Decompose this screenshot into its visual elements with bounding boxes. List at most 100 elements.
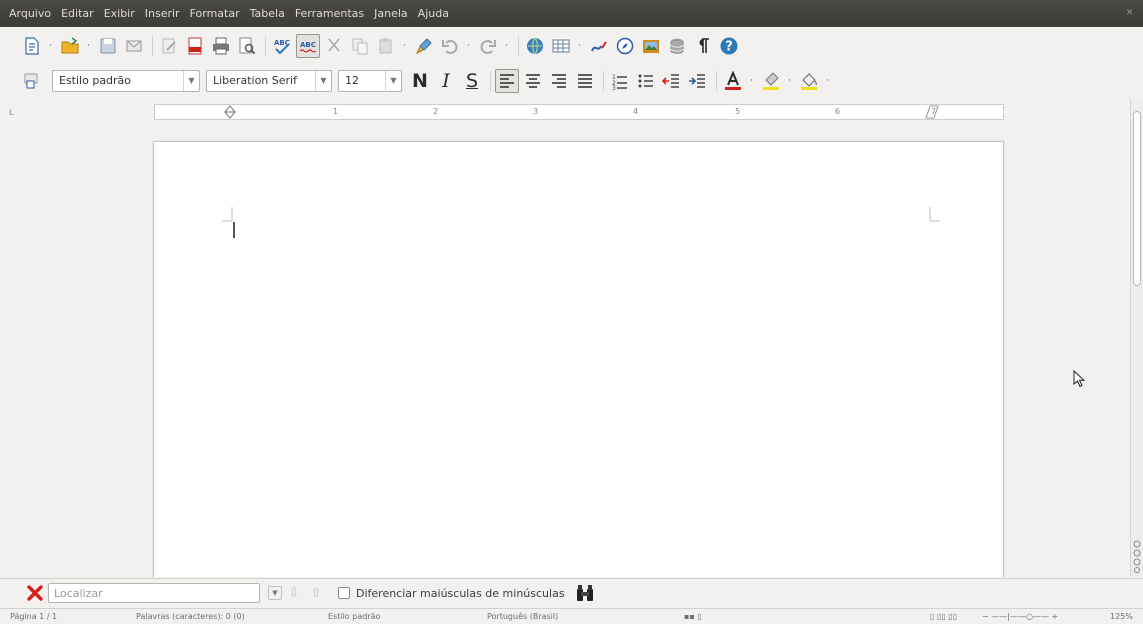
align-left-button[interactable] <box>495 68 519 93</box>
print-icon[interactable] <box>209 34 233 58</box>
gallery-icon[interactable] <box>639 34 663 58</box>
toolbar-separator <box>518 35 519 56</box>
ruler-tick-label: 6 <box>835 107 841 116</box>
print-preview-icon[interactable] <box>235 34 259 58</box>
email-icon[interactable] <box>122 34 146 58</box>
menu-inserir[interactable]: Inserir <box>140 0 185 27</box>
menu-ferramentas[interactable]: Ferramentas <box>290 0 369 27</box>
chevron-down-icon[interactable]: ▼ <box>315 70 331 91</box>
copy-icon[interactable] <box>348 34 372 58</box>
menu-ajuda[interactable]: Ajuda <box>413 0 454 27</box>
clone-formatting-icon[interactable] <box>412 34 436 58</box>
find-combo[interactable] <box>48 583 260 603</box>
status-page[interactable]: Página 1 / 1 <box>10 612 57 621</box>
font-color-dropdown-icon[interactable]: · <box>747 69 756 93</box>
find-toolbar: ▼ ⇩ ⇧ Diferenciar maiúsculas de minúscul… <box>0 578 1143 607</box>
table-dropdown-icon[interactable]: · <box>575 34 584 58</box>
menu-exibir[interactable]: Exibir <box>99 0 140 27</box>
redo-icon[interactable] <box>476 34 500 58</box>
font-color-icon[interactable] <box>721 69 745 93</box>
horizontal-ruler[interactable]: 1 2 3 4 5 6 7 <box>154 104 1004 120</box>
writer-window: Arquivo Editar Exibir Inserir Formatar T… <box>0 0 1143 624</box>
new-document-icon[interactable] <box>20 34 44 58</box>
document-area <box>0 127 1130 577</box>
chevron-down-icon[interactable]: ▼ <box>183 70 199 91</box>
draw-functions-icon[interactable] <box>587 34 611 58</box>
insert-mode-icon: ▪▪ ▯ <box>684 612 702 621</box>
toolbar-separator <box>490 70 491 91</box>
export-pdf-icon[interactable] <box>183 34 207 58</box>
formatting-toolbar: Estilo padrão ▼ Liberation Serif ▼ 12 ▼ … <box>0 64 1143 97</box>
open-dropdown-icon[interactable]: · <box>84 34 93 58</box>
status-bar: Página 1 / 1 Palavras (caracteres): 0 (0… <box>0 608 1143 624</box>
page-nav-icon[interactable] <box>1132 539 1142 573</box>
scrollbar-thumb[interactable] <box>1133 111 1141 286</box>
navigator-icon[interactable] <box>613 34 637 58</box>
background-color-icon[interactable] <box>797 69 821 93</box>
menu-janela[interactable]: Janela <box>369 0 413 27</box>
find-next-icon[interactable]: ⇩ <box>284 583 304 603</box>
align-right-button[interactable] <box>547 69 571 93</box>
background-color-dropdown-icon[interactable]: · <box>823 69 832 93</box>
align-center-button[interactable] <box>521 69 545 93</box>
edit-mode-icon[interactable] <box>157 34 181 58</box>
highlighting-icon[interactable] <box>759 69 783 93</box>
increase-indent-icon[interactable] <box>686 69 710 93</box>
redo-dropdown-icon[interactable]: · <box>502 34 511 58</box>
hyperlink-icon[interactable] <box>523 34 547 58</box>
paragraph-style-combo[interactable]: Estilo padrão ▼ <box>52 69 200 92</box>
match-case-checkbox[interactable] <box>338 587 350 599</box>
font-name-combo[interactable]: Liberation Serif ▼ <box>206 69 332 92</box>
close-document-icon[interactable]: ✕ <box>1124 8 1135 19</box>
italic-button[interactable]: I <box>434 69 458 93</box>
paragraph-style-value: Estilo padrão <box>59 74 132 87</box>
menu-editar[interactable]: Editar <box>56 0 99 27</box>
numbering-icon[interactable]: 123 <box>608 69 632 93</box>
cut-icon[interactable] <box>322 34 346 58</box>
undo-icon[interactable] <box>438 34 462 58</box>
spellcheck-icon[interactable]: ABC <box>270 34 294 58</box>
help-icon[interactable]: ? <box>717 34 741 58</box>
status-language[interactable]: Português (Brasil) <box>487 612 558 621</box>
styles-formatting-icon[interactable] <box>20 69 44 93</box>
status-page-style[interactable]: Estilo padrão <box>328 612 380 621</box>
toolbar-separator <box>603 70 604 91</box>
paste-dropdown-icon[interactable]: · <box>400 34 409 58</box>
find-input[interactable] <box>49 584 229 602</box>
menu-bar: Arquivo Editar Exibir Inserir Formatar T… <box>0 0 1143 27</box>
status-word-count[interactable]: Palavras (caracteres): 0 (0) <box>136 612 245 621</box>
open-folder-icon[interactable] <box>58 34 82 58</box>
highlighting-dropdown-icon[interactable]: · <box>785 69 794 93</box>
menu-arquivo[interactable]: Arquivo <box>4 0 56 27</box>
decrease-indent-icon[interactable] <box>660 69 684 93</box>
vertical-scrollbar[interactable] <box>1130 99 1143 577</box>
close-findbar-icon[interactable] <box>26 584 44 602</box>
find-replace-icon[interactable] <box>575 583 595 603</box>
bold-button[interactable]: N <box>408 69 432 93</box>
svg-text:3: 3 <box>612 85 616 91</box>
save-icon[interactable] <box>96 34 120 58</box>
menu-formatar[interactable]: Formatar <box>185 0 245 27</box>
undo-dropdown-icon[interactable]: · <box>464 34 473 58</box>
ruler-tick-label: 2 <box>433 107 439 116</box>
ruler-tick-label: 1 <box>333 107 339 116</box>
justify-button[interactable] <box>573 69 597 93</box>
menu-tabela[interactable]: Tabela <box>245 0 290 27</box>
paste-icon[interactable] <box>374 34 398 58</box>
data-sources-icon[interactable] <box>665 34 689 58</box>
new-dropdown-icon[interactable]: · <box>46 34 55 58</box>
status-zoom[interactable]: 125% <box>1110 612 1133 621</box>
chevron-down-icon[interactable]: ▼ <box>385 70 401 91</box>
chevron-down-icon[interactable]: ▼ <box>268 586 282 600</box>
table-icon[interactable] <box>549 34 573 58</box>
font-size-combo[interactable]: 12 ▼ <box>338 69 402 92</box>
auto-spellcheck-icon[interactable]: ABC <box>296 33 320 58</box>
view-layout-icon[interactable]: ▯ ▯▯ ▯▯ <box>930 612 957 621</box>
document-page[interactable] <box>153 141 1004 577</box>
underline-button[interactable]: S <box>460 69 484 93</box>
find-previous-icon[interactable]: ⇧ <box>306 583 326 603</box>
formatting-marks-icon[interactable] <box>691 34 715 58</box>
zoom-slider[interactable]: − ——|——○—— + <box>982 612 1058 621</box>
font-size-value: 12 <box>345 74 359 87</box>
bullets-icon[interactable] <box>634 69 658 93</box>
